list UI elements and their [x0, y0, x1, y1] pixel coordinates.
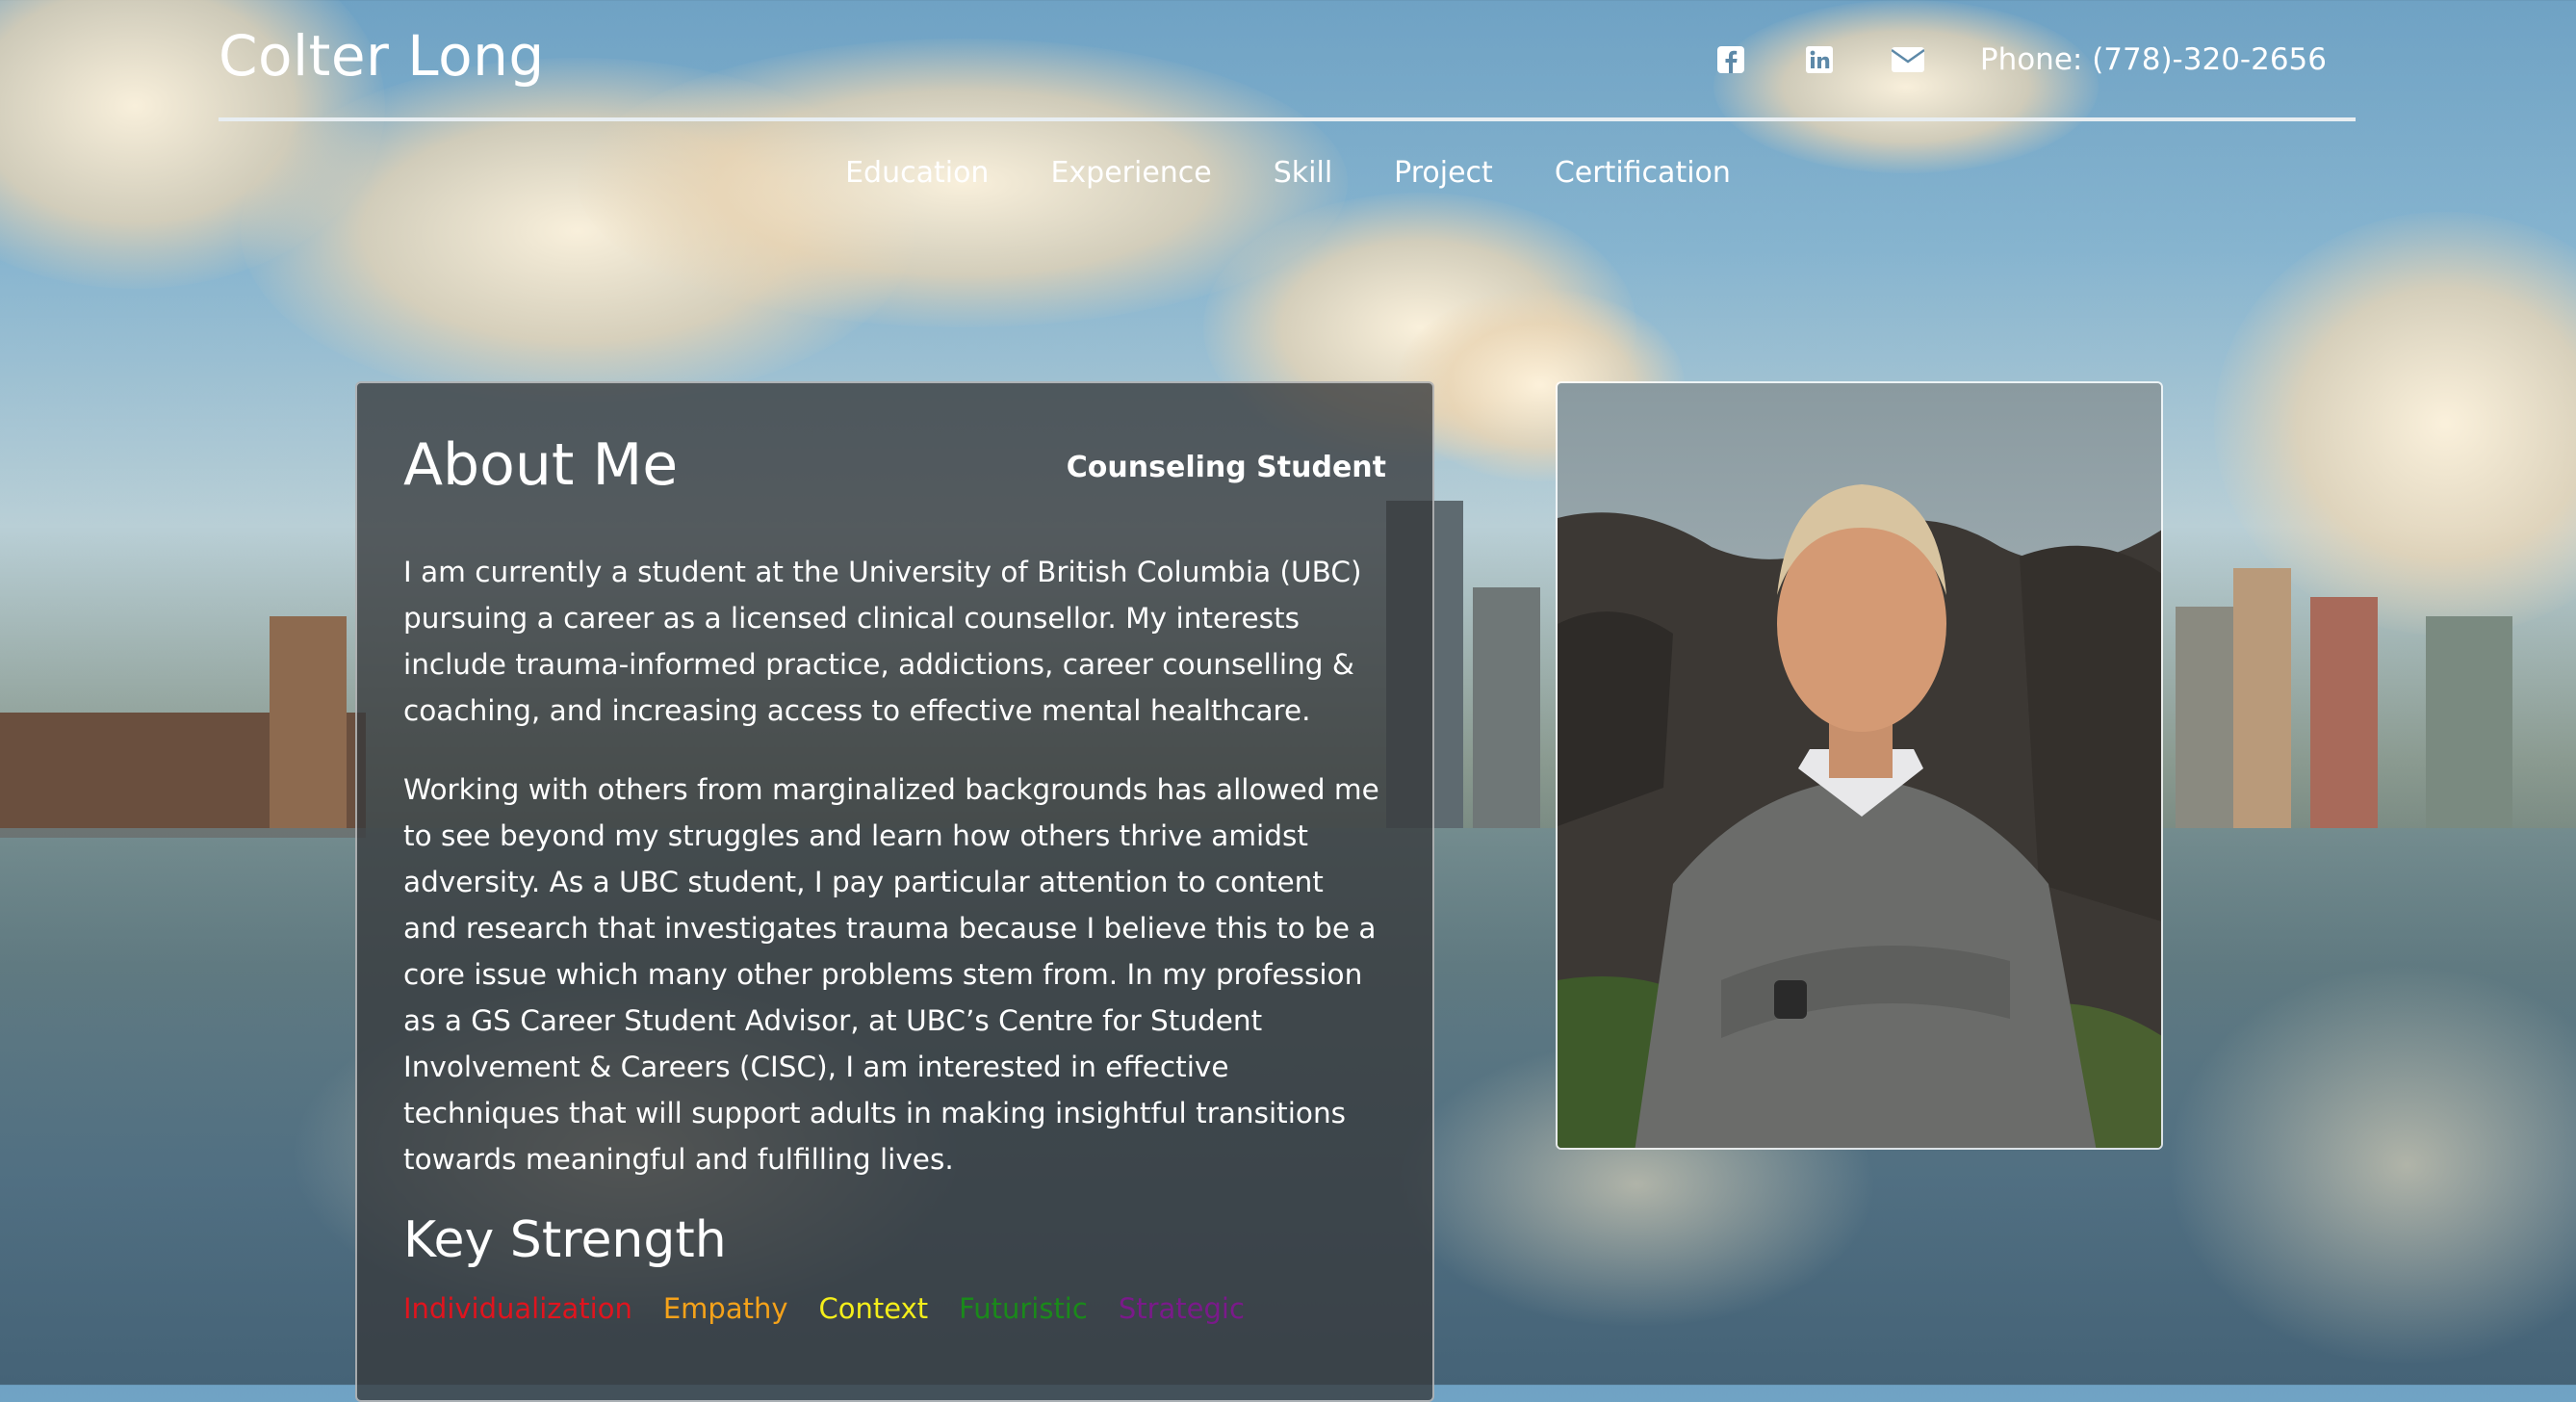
linkedin-icon[interactable] [1803, 43, 1836, 76]
key-strength-title: Key Strength [403, 1211, 727, 1269]
email-icon[interactable] [1891, 43, 1924, 76]
about-title: About Me [403, 431, 679, 499]
strength-futuristic: Futuristic [959, 1292, 1088, 1325]
about-paragraph-2: Working with others from marginalized ba… [403, 773, 1379, 1176]
about-paragraph-1: I am currently a student at the Universi… [403, 556, 1362, 727]
nav-education[interactable]: Education [845, 156, 989, 190]
facebook-icon[interactable] [1714, 43, 1747, 76]
strength-strategic: Strategic [1118, 1292, 1245, 1325]
strength-empathy: Empathy [662, 1292, 788, 1325]
nav-certification[interactable]: Certification [1555, 156, 1731, 190]
nav-skill[interactable]: Skill [1274, 156, 1332, 190]
site-header: Colter Long Phone: (778)-320-2656 [219, 0, 2356, 121]
contact-bar: Phone: (778)-320-2656 [1714, 42, 2327, 77]
main-nav: Education Experience Skill Project Certi… [0, 156, 2576, 190]
key-strength-list: Individualization Empathy Context Futuri… [403, 1292, 1275, 1325]
profile-photo [1556, 381, 2163, 1150]
nav-project[interactable]: Project [1394, 156, 1493, 190]
site-name[interactable]: Colter Long [219, 23, 545, 89]
strength-individualization: Individualization [403, 1292, 632, 1325]
nav-experience[interactable]: Experience [1050, 156, 1211, 190]
role-label: Counseling Student [1066, 451, 1386, 484]
phone-number[interactable]: Phone: (778)-320-2656 [1980, 42, 2327, 77]
about-me-card: About Me Counseling Student I am current… [355, 381, 1434, 1402]
header-divider [219, 117, 2356, 121]
strength-context: Context [818, 1292, 929, 1325]
